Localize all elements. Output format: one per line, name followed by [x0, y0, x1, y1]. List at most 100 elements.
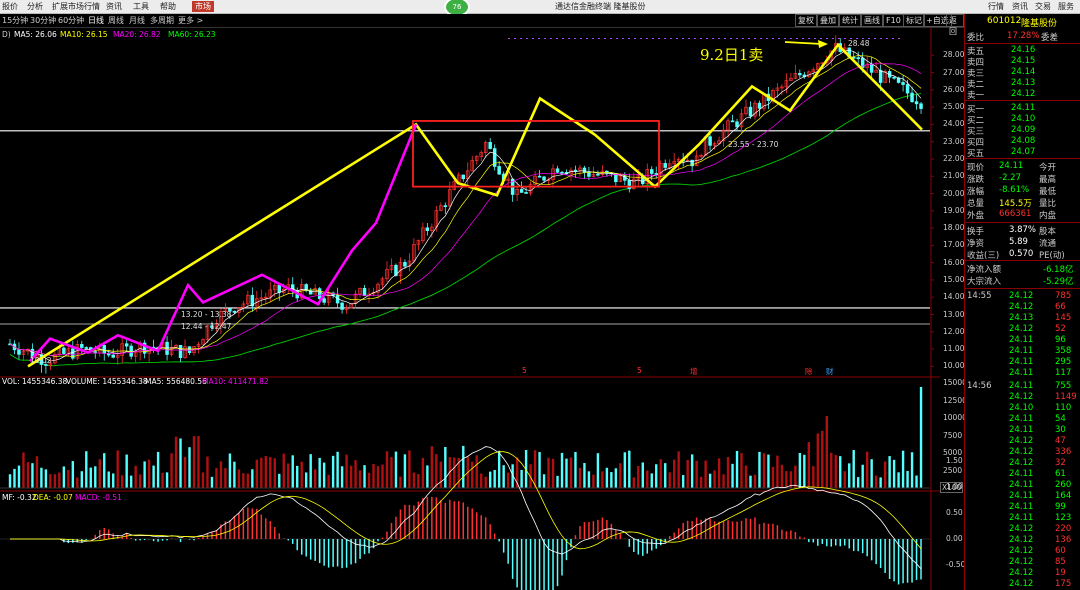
tick-row: 24.11 30 [965, 425, 1080, 436]
tick-price: 24.11 [1009, 513, 1034, 523]
signal-dot [622, 38, 624, 39]
tool-back-button[interactable]: 返回 [946, 14, 964, 36]
price-tick-label: 14.00 [943, 292, 965, 302]
tick-price: 24.12 [1009, 535, 1034, 545]
menu-info[interactable]: 资讯 [106, 1, 122, 12]
signal-dot [550, 38, 552, 39]
period-daily[interactable]: 日线 [88, 15, 104, 26]
menu-help[interactable]: 帮助 [160, 1, 176, 12]
menu-extended-market[interactable]: 扩展市场行情 [52, 1, 100, 12]
candle [232, 310, 237, 313]
signal-dot [694, 38, 696, 39]
period-multi[interactable]: 多周期 [150, 15, 174, 26]
volume-bar [8, 474, 12, 488]
event-marker-1[interactable]: 5 [522, 366, 527, 375]
volume-bar [67, 469, 70, 488]
candle [555, 168, 560, 173]
weibi-row: 委比 17.28% 委差 [965, 31, 1080, 43]
tool-draw-button[interactable]: 画线 [861, 14, 883, 27]
tick-volume: 96 [1055, 335, 1066, 345]
volume-bar [883, 461, 887, 488]
stat-label: 净资 [967, 239, 985, 249]
volume-bar [668, 472, 671, 488]
volume-bar [506, 472, 510, 488]
volume-bar [825, 415, 828, 488]
macd-tick-label: 1.00 [946, 482, 963, 491]
volume-bar [358, 470, 362, 488]
volume-bar [251, 469, 254, 488]
period-more[interactable]: 更多 > [178, 15, 203, 26]
menu-right-quote[interactable]: 行情 [988, 1, 1004, 12]
volume-bar [583, 463, 586, 488]
menu-quote[interactable]: 报价 [2, 1, 18, 12]
stock-code: 601012 [987, 16, 1022, 26]
tool-mark-button[interactable]: 标记 [903, 14, 925, 27]
price-tick-label: 20.00 [943, 188, 965, 198]
tick-volume: 54 [1055, 414, 1066, 424]
period-weekly[interactable]: 周线 [108, 15, 124, 26]
volume-bar [246, 473, 250, 488]
event-marker-chu[interactable]: 除 [805, 366, 813, 377]
candle [596, 173, 600, 176]
volume-bar [758, 451, 761, 488]
tick-row: 24.12 85 [965, 557, 1080, 568]
ask-row: 卖三 24.14 [965, 67, 1080, 79]
price-tick-label: 16.00 [943, 257, 965, 267]
volume-bar [408, 450, 411, 488]
flow-label: 净流入额 [967, 265, 1002, 275]
event-marker-2[interactable]: 5 [637, 366, 642, 375]
volume-bar [605, 467, 609, 488]
candle [708, 136, 712, 146]
annotation-arrow [784, 41, 823, 45]
kline-chart-area[interactable] [0, 28, 940, 590]
menu-tools[interactable]: 工具 [133, 1, 149, 12]
tick-row: 24.11 358 [965, 346, 1080, 357]
menu-right-service[interactable]: 服务 [1058, 1, 1074, 12]
event-marker-cai[interactable]: 财 [826, 366, 834, 377]
volume-bar [322, 462, 326, 488]
period-monthly[interactable]: 月线 [129, 15, 145, 26]
volume-bar [170, 453, 173, 488]
signal-dot [670, 38, 672, 39]
stat-label-2: 量比 [1039, 199, 1057, 209]
tool-overlay-button[interactable]: 叠加 [817, 14, 839, 27]
stat-label-2: 股本 [1039, 227, 1057, 237]
volume-bar [439, 461, 443, 488]
price-tick-label: 17.00 [943, 240, 965, 250]
period-15min[interactable]: 15分钟 [2, 15, 28, 26]
volume-bar [785, 471, 788, 488]
event-marker-zeng[interactable]: 增 [690, 366, 698, 377]
volume-bar [821, 430, 824, 488]
tool-f10-button[interactable]: F10 [883, 14, 904, 27]
tool-fuquan-button[interactable]: 复权 [795, 14, 817, 27]
price-tick-label: 25.00 [943, 102, 965, 112]
menu-analysis[interactable]: 分析 [27, 1, 43, 12]
price-tick-label: 11.00 [943, 344, 965, 354]
stat-label-2: 最高 [1039, 175, 1057, 185]
candle [573, 169, 578, 172]
menu-right-info[interactable]: 资讯 [1012, 1, 1028, 12]
price-tick-label: 23.00 [943, 136, 965, 146]
volume-bar [569, 457, 573, 488]
bid-row: 买四 24.08 [965, 136, 1080, 148]
period-60min[interactable]: 60分钟 [58, 15, 84, 26]
period-toolbar: 15分钟 30分钟 60分钟 日线 周线 月线 多周期 更多 > 复权 叠加 统… [0, 14, 964, 36]
tick-price: 24.12 [1009, 524, 1034, 534]
menu-market[interactable]: 市场 [192, 1, 214, 12]
volume-bar [138, 474, 142, 488]
menu-right-trade[interactable]: 交易 [1035, 1, 1051, 12]
tick-volume: 66 [1055, 302, 1066, 312]
volume-bar [349, 465, 353, 488]
tick-price: 24.12 [1009, 447, 1034, 457]
candle [461, 174, 466, 180]
period-30min[interactable]: 30分钟 [30, 15, 56, 26]
volume-bar [363, 465, 366, 488]
candle [102, 345, 106, 354]
tool-stats-button[interactable]: 统计 [839, 14, 861, 27]
candle [80, 344, 84, 348]
candle [757, 102, 762, 109]
volume-bar [327, 474, 330, 488]
tick-price: 24.11 [1009, 480, 1034, 490]
stat-label-2: 最低 [1039, 187, 1057, 197]
stat-row: 收益(三) 0.570 PE(动) [965, 249, 1080, 261]
